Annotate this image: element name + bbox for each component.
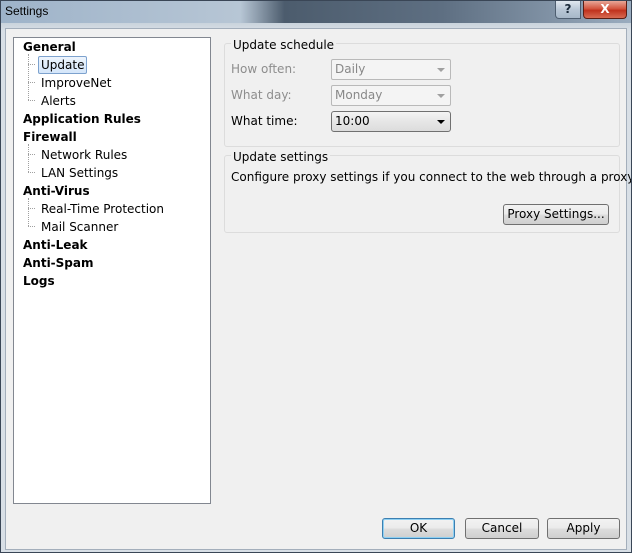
tree-connector xyxy=(28,208,35,209)
tree-connector xyxy=(28,198,29,226)
tree-item-label: Logs xyxy=(23,274,55,288)
tree-item-label: Anti-Spam xyxy=(23,256,94,270)
update-settings-title: Update settings xyxy=(231,150,331,164)
tree-item-anti-leak[interactable]: Anti-Leak xyxy=(20,236,91,254)
help-button[interactable]: ? xyxy=(555,1,581,19)
tree-item-application-rules[interactable]: Application Rules xyxy=(20,110,144,128)
tree-item-alerts[interactable]: Alerts xyxy=(38,92,79,110)
tree-item-label: Application Rules xyxy=(23,112,141,126)
tree-item-label: Anti-Virus xyxy=(23,184,90,198)
settings-tree[interactable]: General Update ImproveNet Alerts Applica… xyxy=(13,37,211,504)
tree-connector xyxy=(28,100,35,101)
tree-item-real-time-protection[interactable]: Real-Time Protection xyxy=(38,200,167,218)
update-schedule-title: Update schedule xyxy=(231,38,337,52)
tree-connector xyxy=(28,82,35,83)
tree-item-anti-virus[interactable]: Anti-Virus xyxy=(20,182,93,200)
dialog-client-area: General Update ImproveNet Alerts Applica… xyxy=(5,28,631,550)
close-button[interactable]: X xyxy=(583,1,627,19)
tree-item-label: Network Rules xyxy=(41,148,128,162)
tree-connector xyxy=(28,172,35,173)
proxy-description: Configure proxy settings if you connect … xyxy=(231,170,632,184)
tree-connector xyxy=(28,154,35,155)
apply-button[interactable]: Apply xyxy=(547,518,620,539)
tree-item-network-rules[interactable]: Network Rules xyxy=(38,146,130,164)
how-often-value: Daily xyxy=(335,62,366,76)
tree-item-label: Real-Time Protection xyxy=(41,202,164,216)
tree-item-label: Alerts xyxy=(41,94,76,108)
tree-item-label: General xyxy=(23,40,76,54)
tree-item-improvenet[interactable]: ImproveNet xyxy=(38,74,114,92)
title-bar[interactable]: Settings ? X xyxy=(1,1,631,23)
what-time-value: 10:00 xyxy=(335,114,370,128)
tree-item-label: Anti-Leak xyxy=(23,238,88,252)
tree-item-logs[interactable]: Logs xyxy=(20,272,58,290)
chevron-down-icon xyxy=(437,68,445,72)
how-often-select[interactable]: Daily xyxy=(331,59,451,80)
chevron-down-icon xyxy=(437,94,445,98)
tree-connector xyxy=(28,144,29,172)
ok-button[interactable]: OK xyxy=(382,518,455,539)
cancel-button[interactable]: Cancel xyxy=(465,518,539,539)
tree-item-mail-scanner[interactable]: Mail Scanner xyxy=(38,218,121,236)
what-time-label: What time: xyxy=(231,114,298,128)
tree-connector xyxy=(28,54,29,100)
what-day-select[interactable]: Monday xyxy=(331,85,451,106)
what-day-label: What day: xyxy=(231,88,292,102)
tree-item-label: Update xyxy=(38,56,88,74)
update-schedule-group: Update schedule How often: Daily What da… xyxy=(224,38,620,147)
settings-window: Settings ? X General Update ImproveNet A… xyxy=(0,0,632,553)
what-day-value: Monday xyxy=(335,88,383,102)
what-time-select[interactable]: 10:00 xyxy=(331,111,451,132)
tree-item-lan-settings[interactable]: LAN Settings xyxy=(38,164,121,182)
update-settings-group: Update settings Configure proxy settings… xyxy=(224,150,631,233)
tree-item-label: Firewall xyxy=(23,130,77,144)
window-title: Settings xyxy=(5,4,49,18)
tree-item-anti-spam[interactable]: Anti-Spam xyxy=(20,254,97,272)
tree-item-firewall[interactable]: Firewall xyxy=(20,128,80,146)
proxy-settings-button[interactable]: Proxy Settings... xyxy=(503,204,609,225)
tree-item-label: Mail Scanner xyxy=(41,220,119,234)
tree-item-update[interactable]: Update xyxy=(38,56,88,74)
tree-item-label: LAN Settings xyxy=(41,166,119,180)
tree-item-label: ImproveNet xyxy=(41,76,112,90)
tree-item-general[interactable]: General xyxy=(20,38,79,56)
tree-connector xyxy=(28,64,35,65)
chevron-down-icon xyxy=(437,120,445,124)
tree-connector xyxy=(28,226,35,227)
how-often-label: How often: xyxy=(231,62,297,76)
